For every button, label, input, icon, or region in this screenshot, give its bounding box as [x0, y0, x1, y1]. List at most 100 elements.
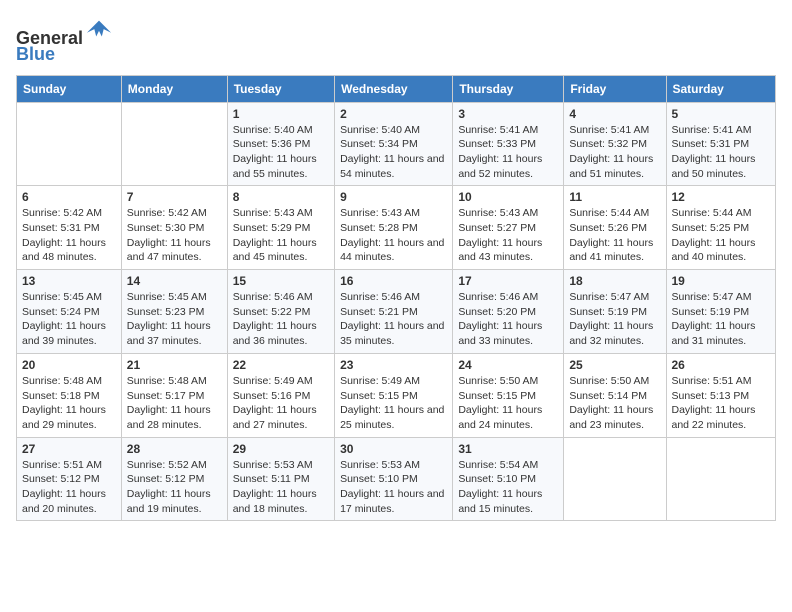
calendar-day-cell: 7 Sunrise: 5:42 AM Sunset: 5:30 PM Daylig… — [121, 186, 227, 270]
calendar-day-cell: 9 Sunrise: 5:43 AM Sunset: 5:28 PM Daylig… — [335, 186, 453, 270]
calendar-day-cell: 19Sunrise: 5:47 AM Sunset: 5:19 PM Dayli… — [666, 270, 776, 354]
day-number: 19 — [672, 274, 771, 288]
day-info: Sunrise: 5:41 AM Sunset: 5:33 PM Dayligh… — [458, 123, 558, 182]
weekday-header: Friday — [564, 75, 666, 102]
day-number: 9 — [340, 190, 447, 204]
day-number: 15 — [233, 274, 329, 288]
day-number: 22 — [233, 358, 329, 372]
calendar-day-cell: 31 Sunrise: 5:54 AM Sunset: 5:10 PM Dayli… — [453, 437, 564, 521]
weekday-header: Thursday — [453, 75, 564, 102]
calendar-day-cell — [121, 102, 227, 186]
day-info: Sunrise: 5:40 AM Sunset: 5:34 PM Dayligh… — [340, 123, 447, 182]
day-info: Sunrise: 5:53 AM Sunset: 5:11 PM Dayligh… — [233, 458, 329, 517]
day-number: 8 — [233, 190, 329, 204]
calendar-day-cell: 12Sunrise: 5:44 AM Sunset: 5:25 PM Dayli… — [666, 186, 776, 270]
day-info: Sunrise: 5:49 AM Sunset: 5:16 PM Dayligh… — [233, 374, 329, 433]
day-number: 17 — [458, 274, 558, 288]
day-info: Sunrise: 5:46 AM Sunset: 5:20 PM Dayligh… — [458, 290, 558, 349]
calendar-day-cell: 4 Sunrise: 5:41 AM Sunset: 5:32 PM Daylig… — [564, 102, 666, 186]
calendar-day-cell: 13Sunrise: 5:45 AM Sunset: 5:24 PM Dayli… — [17, 270, 122, 354]
calendar-day-cell: 6 Sunrise: 5:42 AM Sunset: 5:31 PM Daylig… — [17, 186, 122, 270]
day-info: Sunrise: 5:48 AM Sunset: 5:17 PM Dayligh… — [127, 374, 222, 433]
day-info: Sunrise: 5:51 AM Sunset: 5:12 PM Dayligh… — [22, 458, 116, 517]
calendar-day-cell: 17 Sunrise: 5:46 AM Sunset: 5:20 PM Dayli… — [453, 270, 564, 354]
day-info: Sunrise: 5:41 AM Sunset: 5:32 PM Dayligh… — [569, 123, 660, 182]
day-number: 10 — [458, 190, 558, 204]
day-info: Sunrise: 5:50 AM Sunset: 5:15 PM Dayligh… — [458, 374, 558, 433]
day-info: Sunrise: 5:47 AM Sunset: 5:19 PM Dayligh… — [569, 290, 660, 349]
day-number: 30 — [340, 442, 447, 456]
calendar-day-cell: 15 Sunrise: 5:46 AM Sunset: 5:22 PM Dayli… — [227, 270, 334, 354]
day-info: Sunrise: 5:43 AM Sunset: 5:28 PM Dayligh… — [340, 206, 447, 265]
day-number: 5 — [672, 107, 771, 121]
day-number: 4 — [569, 107, 660, 121]
day-number: 20 — [22, 358, 116, 372]
calendar-day-cell: 29 Sunrise: 5:53 AM Sunset: 5:11 PM Dayli… — [227, 437, 334, 521]
day-number: 3 — [458, 107, 558, 121]
logo-bird-icon — [85, 16, 113, 44]
day-info: Sunrise: 5:44 AM Sunset: 5:26 PM Dayligh… — [569, 206, 660, 265]
logo-blue: Blue — [16, 44, 55, 64]
day-number: 1 — [233, 107, 329, 121]
calendar-day-cell — [17, 102, 122, 186]
calendar-day-cell: 14 Sunrise: 5:45 AM Sunset: 5:23 PM Dayli… — [121, 270, 227, 354]
calendar-week-row: 1 Sunrise: 5:40 AM Sunset: 5:36 PM Daylig… — [17, 102, 776, 186]
day-number: 26 — [672, 358, 771, 372]
day-number: 31 — [458, 442, 558, 456]
calendar-day-cell: 28 Sunrise: 5:52 AM Sunset: 5:12 PM Dayli… — [121, 437, 227, 521]
calendar-week-row: 6 Sunrise: 5:42 AM Sunset: 5:31 PM Daylig… — [17, 186, 776, 270]
calendar-day-cell: 30Sunrise: 5:53 AM Sunset: 5:10 PM Dayli… — [335, 437, 453, 521]
calendar-week-row: 13Sunrise: 5:45 AM Sunset: 5:24 PM Dayli… — [17, 270, 776, 354]
page-header: General Blue — [16, 16, 776, 65]
day-info: Sunrise: 5:46 AM Sunset: 5:21 PM Dayligh… — [340, 290, 447, 349]
day-info: Sunrise: 5:42 AM Sunset: 5:31 PM Dayligh… — [22, 206, 116, 265]
day-number: 11 — [569, 190, 660, 204]
day-info: Sunrise: 5:41 AM Sunset: 5:31 PM Dayligh… — [672, 123, 771, 182]
calendar-day-cell: 1 Sunrise: 5:40 AM Sunset: 5:36 PM Daylig… — [227, 102, 334, 186]
day-number: 24 — [458, 358, 558, 372]
day-number: 13 — [22, 274, 116, 288]
day-number: 6 — [22, 190, 116, 204]
day-number: 7 — [127, 190, 222, 204]
day-number: 29 — [233, 442, 329, 456]
day-info: Sunrise: 5:44 AM Sunset: 5:25 PM Dayligh… — [672, 206, 771, 265]
day-info: Sunrise: 5:52 AM Sunset: 5:12 PM Dayligh… — [127, 458, 222, 517]
calendar-day-cell: 21 Sunrise: 5:48 AM Sunset: 5:17 PM Dayli… — [121, 353, 227, 437]
day-info: Sunrise: 5:43 AM Sunset: 5:27 PM Dayligh… — [458, 206, 558, 265]
calendar-day-cell: 27 Sunrise: 5:51 AM Sunset: 5:12 PM Dayli… — [17, 437, 122, 521]
day-number: 14 — [127, 274, 222, 288]
day-info: Sunrise: 5:46 AM Sunset: 5:22 PM Dayligh… — [233, 290, 329, 349]
day-info: Sunrise: 5:48 AM Sunset: 5:18 PM Dayligh… — [22, 374, 116, 433]
calendar-table: SundayMondayTuesdayWednesdayThursdayFrid… — [16, 75, 776, 522]
calendar-day-cell — [564, 437, 666, 521]
calendar-day-cell: 2 Sunrise: 5:40 AM Sunset: 5:34 PM Daylig… — [335, 102, 453, 186]
day-number: 18 — [569, 274, 660, 288]
calendar-day-cell: 20 Sunrise: 5:48 AM Sunset: 5:18 PM Dayli… — [17, 353, 122, 437]
calendar-day-cell: 24 Sunrise: 5:50 AM Sunset: 5:15 PM Dayli… — [453, 353, 564, 437]
day-number: 21 — [127, 358, 222, 372]
calendar-day-cell: 5 Sunrise: 5:41 AM Sunset: 5:31 PM Daylig… — [666, 102, 776, 186]
day-info: Sunrise: 5:40 AM Sunset: 5:36 PM Dayligh… — [233, 123, 329, 182]
calendar-day-cell: 3 Sunrise: 5:41 AM Sunset: 5:33 PM Daylig… — [453, 102, 564, 186]
day-info: Sunrise: 5:45 AM Sunset: 5:23 PM Dayligh… — [127, 290, 222, 349]
calendar-day-cell: 16 Sunrise: 5:46 AM Sunset: 5:21 PM Dayli… — [335, 270, 453, 354]
day-info: Sunrise: 5:43 AM Sunset: 5:29 PM Dayligh… — [233, 206, 329, 265]
logo: General Blue — [16, 16, 113, 65]
calendar-header-row: SundayMondayTuesdayWednesdayThursdayFrid… — [17, 75, 776, 102]
calendar-week-row: 27 Sunrise: 5:51 AM Sunset: 5:12 PM Dayli… — [17, 437, 776, 521]
day-number: 28 — [127, 442, 222, 456]
day-number: 2 — [340, 107, 447, 121]
calendar-day-cell: 25Sunrise: 5:50 AM Sunset: 5:14 PM Dayli… — [564, 353, 666, 437]
calendar-week-row: 20 Sunrise: 5:48 AM Sunset: 5:18 PM Dayli… — [17, 353, 776, 437]
calendar-day-cell: 8 Sunrise: 5:43 AM Sunset: 5:29 PM Daylig… — [227, 186, 334, 270]
weekday-header: Saturday — [666, 75, 776, 102]
calendar-day-cell: 22 Sunrise: 5:49 AM Sunset: 5:16 PM Dayli… — [227, 353, 334, 437]
day-info: Sunrise: 5:54 AM Sunset: 5:10 PM Dayligh… — [458, 458, 558, 517]
calendar-day-cell: 26Sunrise: 5:51 AM Sunset: 5:13 PM Dayli… — [666, 353, 776, 437]
calendar-day-cell: 23Sunrise: 5:49 AM Sunset: 5:15 PM Dayli… — [335, 353, 453, 437]
day-number: 25 — [569, 358, 660, 372]
day-number: 27 — [22, 442, 116, 456]
day-info: Sunrise: 5:49 AM Sunset: 5:15 PM Dayligh… — [340, 374, 447, 433]
day-number: 16 — [340, 274, 447, 288]
day-info: Sunrise: 5:42 AM Sunset: 5:30 PM Dayligh… — [127, 206, 222, 265]
